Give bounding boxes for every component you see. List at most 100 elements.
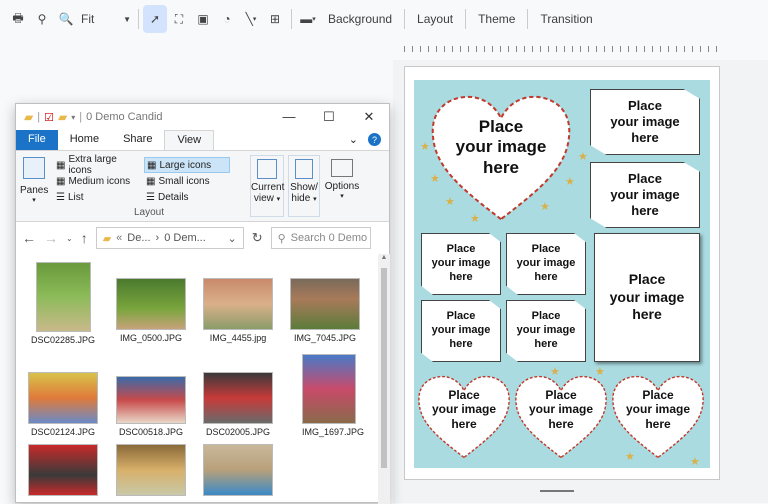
keyboard-icon[interactable]: ▬ ▾ (296, 5, 320, 33)
refresh-icon[interactable]: ↻ (252, 230, 263, 246)
show-hide-label: hide (291, 193, 311, 204)
placeholder-line: here (534, 270, 558, 283)
shape-tool-icon[interactable]: ◔ (215, 5, 239, 33)
tab-file[interactable]: File (16, 130, 58, 150)
frame-tool-icon[interactable]: ⛶ (167, 5, 191, 33)
file-item[interactable]: DSC00518.JPG (116, 376, 186, 437)
heart-placeholder[interactable]: Place your image here (417, 374, 511, 460)
photo-thumbnail (116, 376, 186, 424)
file-item[interactable]: DSC02005.JPG (203, 372, 273, 437)
box-placeholder[interactable]: Place your image here (421, 300, 501, 362)
scrollbar-thumb[interactable] (381, 268, 387, 468)
show-hide-icon (295, 159, 313, 179)
address-dropdown-icon[interactable]: ⌄ (227, 232, 236, 245)
maximize-button[interactable]: ☐ (309, 109, 349, 125)
image-tool-icon[interactable]: ▣ (191, 5, 215, 33)
file-item[interactable]: IMG_7045.JPG (290, 278, 360, 343)
file-name: DSC00518.JPG (118, 427, 184, 437)
file-item[interactable]: IMG_1697.JPG (302, 354, 364, 437)
box-placeholder[interactable]: Place your image here (506, 233, 586, 295)
file-item[interactable]: IMG_4455.jpg (203, 278, 273, 343)
list-icon: ☰ (56, 191, 65, 203)
comment-icon[interactable]: ⊞ (263, 5, 287, 33)
properties-icon[interactable]: ☑ (44, 111, 54, 124)
layout-small-icons[interactable]: ▦ Small icons (144, 173, 230, 189)
up-arrow-icon[interactable]: ↑ (81, 230, 88, 246)
panes-button[interactable]: Panes ▾ (20, 157, 48, 204)
scroll-indicator[interactable] (540, 490, 574, 492)
theme-button[interactable]: Theme (470, 5, 523, 33)
box-placeholder-large[interactable]: Place your image here (594, 233, 700, 362)
forward-arrow-icon[interactable]: → (44, 230, 58, 246)
placeholder-line: your image (431, 402, 497, 417)
background-button[interactable]: Background (320, 5, 400, 33)
zoom-select[interactable]: Fit ▼ (78, 5, 134, 33)
panes-icon (23, 157, 45, 179)
current-view-label: Current (251, 182, 285, 193)
star-decoration-icon: ★ (420, 141, 430, 153)
placeholder-line: your image (610, 113, 680, 129)
box-placeholder[interactable]: Place your image here (506, 300, 586, 362)
show-hide-button[interactable]: Show/ hide ▾ (288, 155, 320, 217)
box-placeholder[interactable]: Place your image here (421, 233, 501, 295)
heart-placeholder[interactable]: Place your image here (514, 374, 608, 460)
file-item[interactable]: IMG_0500.JPG (116, 278, 186, 343)
minimize-button[interactable]: — (269, 109, 309, 125)
line-tool-icon[interactable]: ╲ ▾ (239, 5, 263, 33)
zoom-icon[interactable]: 🔍 (54, 5, 78, 33)
tab-share[interactable]: Share (111, 130, 164, 150)
file-list: DSC02285.JPG IMG_0500.JPG IMG_4455.jpg I… (16, 254, 378, 504)
layout-extra-large-icons[interactable]: ▦ Extra large icons (56, 154, 140, 176)
vertical-scrollbar[interactable]: ▲ (378, 254, 390, 504)
file-item[interactable]: DSC02124.JPG (28, 372, 98, 437)
placeholder-line: here (534, 337, 558, 350)
file-explorer-window: ▰ | ☑ ▰ ▾ | 0 Demo Candid — ☐ ✕ File Hom… (15, 103, 390, 504)
current-view-button[interactable]: Current view ▾ (250, 155, 284, 217)
file-name: DSC02285.JPG (30, 335, 96, 345)
print-icon[interactable]: 🖶 (6, 5, 30, 33)
layout-button[interactable]: Layout (409, 5, 461, 33)
layout-list[interactable]: ☰ List (56, 189, 140, 205)
file-item[interactable]: DSC02285.JPG (28, 262, 98, 345)
file-item[interactable] (116, 444, 186, 496)
placeholder-line: Place (642, 387, 674, 402)
help-icon[interactable]: ? (368, 133, 381, 146)
file-name: IMG_0500.JPG (119, 333, 183, 343)
back-arrow-icon[interactable]: ← (22, 230, 36, 246)
window-title: 0 Demo Candid (86, 111, 163, 123)
layout-large-icons[interactable]: ▦ Large icons (144, 157, 230, 173)
transition-button[interactable]: Transition (532, 5, 600, 33)
heart-placeholder[interactable]: Place your image here (611, 374, 705, 460)
address-bar-row: ← → ⌄ ↑ ▰ « De... › 0 Dem... ⌄ ↻ ⚲ Searc… (16, 222, 389, 254)
options-button[interactable]: Options ▾ (322, 155, 362, 217)
file-item[interactable] (28, 444, 98, 496)
photo-thumbnail (203, 444, 273, 496)
placeholder-line: here (548, 416, 574, 431)
placeholder-line: your image (609, 288, 685, 305)
paint-format-icon[interactable]: ⚲ (30, 5, 54, 33)
recent-chevron-icon[interactable]: ⌄ (66, 234, 73, 243)
box-placeholder[interactable]: Place your image here (590, 162, 700, 228)
placeholder-line: Place (545, 387, 577, 402)
scroll-up-icon[interactable]: ▲ (378, 254, 390, 261)
placeholder-line: your image (455, 137, 547, 157)
layout-medium-icons[interactable]: ▦ Medium icons (56, 173, 140, 189)
horizontal-ruler (404, 40, 720, 52)
placeholder-line: your image (516, 324, 576, 337)
layout-details[interactable]: ☰ Details (144, 189, 230, 205)
close-button[interactable]: ✕ (349, 109, 389, 125)
divider (404, 9, 406, 29)
address-bar[interactable]: ▰ « De... › 0 Dem... ⌄ (95, 227, 244, 249)
placeholder-line: here (483, 157, 519, 177)
ribbon-panel: Panes ▾ ▦ Extra large icons ▦ Large icons … (16, 150, 389, 222)
quick-access-chevron-icon[interactable]: ▾ (71, 113, 75, 122)
select-tool-icon[interactable]: ➚ (143, 5, 167, 33)
search-input[interactable]: ⚲ Search 0 Demo Ca (270, 227, 371, 249)
tab-home[interactable]: Home (58, 130, 111, 150)
breadcrumb-item[interactable]: 0 Dem... (164, 232, 206, 244)
tab-view[interactable]: View (164, 130, 215, 150)
breadcrumb-item[interactable]: De... (127, 232, 150, 244)
box-placeholder[interactable]: Place your image here (590, 89, 700, 155)
chevron-down-icon[interactable]: ⌄ (349, 133, 358, 147)
file-item[interactable] (203, 444, 273, 496)
